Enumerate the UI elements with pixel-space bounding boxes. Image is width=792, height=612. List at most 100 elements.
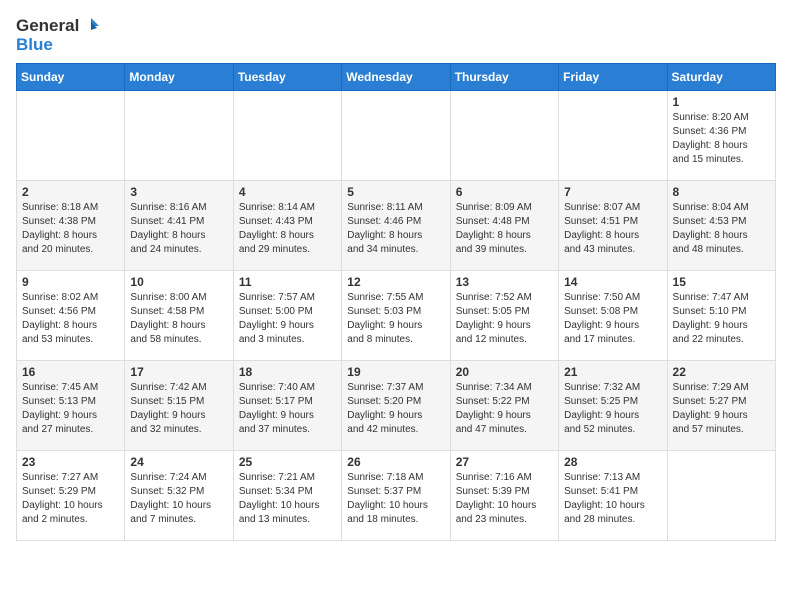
day-info: Sunrise: 7:37 AM Sunset: 5:20 PM Dayligh…	[347, 381, 444, 437]
day-number: 10	[130, 275, 227, 289]
day-number: 1	[673, 95, 770, 109]
day-cell: 7 Sunrise: 8:07 AM Sunset: 4:51 PM Daylig…	[559, 180, 667, 270]
day-cell: 26 Sunrise: 7:18 AM Sunset: 5:37 PM Dayli…	[342, 450, 450, 540]
day-info: Sunrise: 7:45 AM Sunset: 5:13 PM Dayligh…	[22, 381, 119, 437]
day-info: Sunrise: 7:29 AM Sunset: 5:27 PM Dayligh…	[673, 381, 770, 437]
day-info: Sunrise: 7:18 AM Sunset: 5:37 PM Dayligh…	[347, 471, 444, 527]
day-cell: 15 Sunrise: 7:47 AM Sunset: 5:10 PM Dayli…	[667, 270, 775, 360]
day-info: Sunrise: 7:55 AM Sunset: 5:03 PM Dayligh…	[347, 291, 444, 347]
day-info: Sunrise: 8:16 AM Sunset: 4:41 PM Dayligh…	[130, 201, 227, 257]
day-cell: 14 Sunrise: 7:50 AM Sunset: 5:08 PM Dayli…	[559, 270, 667, 360]
day-info: Sunrise: 7:34 AM Sunset: 5:22 PM Dayligh…	[456, 381, 553, 437]
day-info: Sunrise: 7:47 AM Sunset: 5:10 PM Dayligh…	[673, 291, 770, 347]
day-cell	[125, 90, 233, 180]
day-info: Sunrise: 7:42 AM Sunset: 5:15 PM Dayligh…	[130, 381, 227, 437]
day-info: Sunrise: 7:21 AM Sunset: 5:34 PM Dayligh…	[239, 471, 336, 527]
day-number: 23	[22, 455, 119, 469]
day-info: Sunrise: 8:14 AM Sunset: 4:43 PM Dayligh…	[239, 201, 336, 257]
day-info: Sunrise: 7:27 AM Sunset: 5:29 PM Dayligh…	[22, 471, 119, 527]
day-number: 25	[239, 455, 336, 469]
day-number: 14	[564, 275, 661, 289]
day-info: Sunrise: 8:07 AM Sunset: 4:51 PM Dayligh…	[564, 201, 661, 257]
day-info: Sunrise: 7:52 AM Sunset: 5:05 PM Dayligh…	[456, 291, 553, 347]
page-header: General Blue	[16, 16, 776, 55]
day-number: 20	[456, 365, 553, 379]
day-cell	[667, 450, 775, 540]
day-cell: 4 Sunrise: 8:14 AM Sunset: 4:43 PM Daylig…	[233, 180, 341, 270]
week-row-3: 9Sunrise: 8:02 AM Sunset: 4:56 PM Daylig…	[17, 270, 776, 360]
day-cell: 2 Sunrise: 8:18 AM Sunset: 4:38 PM Daylig…	[17, 180, 125, 270]
day-number: 13	[456, 275, 553, 289]
day-cell: 19 Sunrise: 7:37 AM Sunset: 5:20 PM Dayli…	[342, 360, 450, 450]
day-info: Sunrise: 8:20 AM Sunset: 4:36 PM Dayligh…	[673, 111, 770, 167]
day-number: 11	[239, 275, 336, 289]
day-cell: 28Sunrise: 7:13 AM Sunset: 5:41 PM Dayli…	[559, 450, 667, 540]
day-info: Sunrise: 7:16 AM Sunset: 5:39 PM Dayligh…	[456, 471, 553, 527]
day-cell: 6 Sunrise: 8:09 AM Sunset: 4:48 PM Daylig…	[450, 180, 558, 270]
day-cell: 21 Sunrise: 7:32 AM Sunset: 5:25 PM Dayli…	[559, 360, 667, 450]
weekday-header-wednesday: Wednesday	[342, 63, 450, 90]
day-info: Sunrise: 7:40 AM Sunset: 5:17 PM Dayligh…	[239, 381, 336, 437]
day-cell: 1 Sunrise: 8:20 AM Sunset: 4:36 PM Daylig…	[667, 90, 775, 180]
day-info: Sunrise: 8:11 AM Sunset: 4:46 PM Dayligh…	[347, 201, 444, 257]
weekday-header-row: SundayMondayTuesdayWednesdayThursdayFrid…	[17, 63, 776, 90]
day-number: 8	[673, 185, 770, 199]
day-number: 15	[673, 275, 770, 289]
day-cell: 17 Sunrise: 7:42 AM Sunset: 5:15 PM Dayli…	[125, 360, 233, 450]
day-info: Sunrise: 7:50 AM Sunset: 5:08 PM Dayligh…	[564, 291, 661, 347]
day-cell: 20 Sunrise: 7:34 AM Sunset: 5:22 PM Dayli…	[450, 360, 558, 450]
day-info: Sunrise: 8:04 AM Sunset: 4:53 PM Dayligh…	[673, 201, 770, 257]
day-number: 19	[347, 365, 444, 379]
day-cell: 18 Sunrise: 7:40 AM Sunset: 5:17 PM Dayli…	[233, 360, 341, 450]
day-number: 18	[239, 365, 336, 379]
week-row-5: 23 Sunrise: 7:27 AM Sunset: 5:29 PM Dayli…	[17, 450, 776, 540]
day-cell: 25 Sunrise: 7:21 AM Sunset: 5:34 PM Dayli…	[233, 450, 341, 540]
week-row-4: 16 Sunrise: 7:45 AM Sunset: 5:13 PM Dayli…	[17, 360, 776, 450]
logo-bird-icon	[81, 16, 101, 36]
week-row-2: 2 Sunrise: 8:18 AM Sunset: 4:38 PM Daylig…	[17, 180, 776, 270]
day-number: 24	[130, 455, 227, 469]
logo: General Blue	[16, 16, 101, 55]
day-number: 21	[564, 365, 661, 379]
day-info: Sunrise: 8:09 AM Sunset: 4:48 PM Dayligh…	[456, 201, 553, 257]
weekday-header-sunday: Sunday	[17, 63, 125, 90]
day-cell: 27Sunrise: 7:16 AM Sunset: 5:39 PM Dayli…	[450, 450, 558, 540]
day-cell: 10Sunrise: 8:00 AM Sunset: 4:58 PM Dayli…	[125, 270, 233, 360]
week-row-1: 1 Sunrise: 8:20 AM Sunset: 4:36 PM Daylig…	[17, 90, 776, 180]
day-number: 22	[673, 365, 770, 379]
day-cell: 9Sunrise: 8:02 AM Sunset: 4:56 PM Daylig…	[17, 270, 125, 360]
day-info: Sunrise: 8:18 AM Sunset: 4:38 PM Dayligh…	[22, 201, 119, 257]
day-number: 6	[456, 185, 553, 199]
day-cell	[233, 90, 341, 180]
weekday-header-monday: Monday	[125, 63, 233, 90]
day-info: Sunrise: 7:24 AM Sunset: 5:32 PM Dayligh…	[130, 471, 227, 527]
weekday-header-thursday: Thursday	[450, 63, 558, 90]
day-cell	[342, 90, 450, 180]
day-info: Sunrise: 8:02 AM Sunset: 4:56 PM Dayligh…	[22, 291, 119, 347]
day-cell: 8 Sunrise: 8:04 AM Sunset: 4:53 PM Daylig…	[667, 180, 775, 270]
day-number: 4	[239, 185, 336, 199]
day-cell: 24 Sunrise: 7:24 AM Sunset: 5:32 PM Dayli…	[125, 450, 233, 540]
day-cell: 23 Sunrise: 7:27 AM Sunset: 5:29 PM Dayli…	[17, 450, 125, 540]
day-number: 17	[130, 365, 227, 379]
day-cell: 16 Sunrise: 7:45 AM Sunset: 5:13 PM Dayli…	[17, 360, 125, 450]
logo-general-text: General	[16, 17, 79, 36]
weekday-header-tuesday: Tuesday	[233, 63, 341, 90]
day-number: 2	[22, 185, 119, 199]
day-number: 7	[564, 185, 661, 199]
day-number: 26	[347, 455, 444, 469]
day-cell	[559, 90, 667, 180]
day-cell: 22 Sunrise: 7:29 AM Sunset: 5:27 PM Dayli…	[667, 360, 775, 450]
day-cell	[450, 90, 558, 180]
day-info: Sunrise: 7:32 AM Sunset: 5:25 PM Dayligh…	[564, 381, 661, 437]
day-info: Sunrise: 7:57 AM Sunset: 5:00 PM Dayligh…	[239, 291, 336, 347]
day-number: 3	[130, 185, 227, 199]
day-number: 12	[347, 275, 444, 289]
day-cell: 5 Sunrise: 8:11 AM Sunset: 4:46 PM Daylig…	[342, 180, 450, 270]
day-info: Sunrise: 7:13 AM Sunset: 5:41 PM Dayligh…	[564, 471, 661, 527]
weekday-header-friday: Friday	[559, 63, 667, 90]
day-number: 5	[347, 185, 444, 199]
day-cell: 11 Sunrise: 7:57 AM Sunset: 5:00 PM Dayli…	[233, 270, 341, 360]
day-cell: 13 Sunrise: 7:52 AM Sunset: 5:05 PM Dayli…	[450, 270, 558, 360]
day-number: 16	[22, 365, 119, 379]
